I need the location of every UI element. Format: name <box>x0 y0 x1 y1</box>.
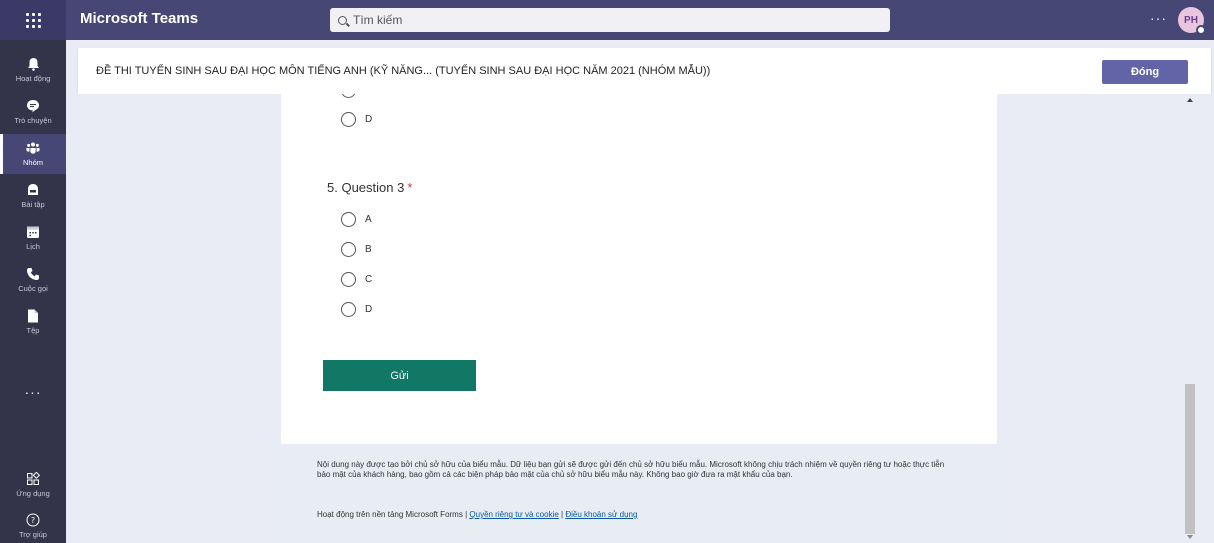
option-c-partial[interactable]: C <box>341 94 372 98</box>
link-separator: | <box>561 510 564 519</box>
teams-icon <box>26 141 40 155</box>
avatar[interactable]: PH <box>1178 7 1206 35</box>
search-placeholder: Tìm kiếm <box>353 13 403 27</box>
rail-item-label: Tệp <box>26 326 40 335</box>
rail-item-label: Hoạt động <box>15 74 51 83</box>
more-options-button[interactable]: ··· <box>1150 10 1167 26</box>
required-mark: * <box>407 180 413 195</box>
option-b[interactable]: B <box>341 242 372 257</box>
bell-icon <box>26 57 40 71</box>
svg-text:?: ? <box>31 516 35 525</box>
rail-item-help[interactable]: ? Trợ giúp <box>0 506 66 543</box>
disclaimer-text: Nội dung này được tạo bởi chủ sở hữu của… <box>317 460 945 479</box>
rail-item-calendar[interactable]: Lịch <box>0 218 66 258</box>
search-input[interactable]: Tìm kiếm <box>330 8 890 32</box>
rail-item-label: Nhóm <box>22 158 43 167</box>
rail-item-calls[interactable]: Cuộc gọi <box>0 260 66 300</box>
status-icon <box>1196 25 1206 35</box>
file-icon <box>26 309 40 323</box>
submit-button[interactable]: Gửi <box>323 360 476 391</box>
rail-item-label: Ứng dụng <box>16 489 50 498</box>
option-d[interactable]: D <box>341 302 372 317</box>
question-title: 5. Question 3 * <box>327 180 412 195</box>
avatar-initials: PH <box>1184 14 1198 26</box>
apps-icon <box>26 472 40 486</box>
page-title: ĐỀ THI TUYỂN SINH SAU ĐẠI HỌC MÔN TIẾNG … <box>96 65 711 77</box>
rail-item-label: Lịch <box>26 242 40 251</box>
vertical-scrollbar[interactable] <box>1183 94 1197 543</box>
option-label: C <box>365 274 373 285</box>
option-label: D <box>365 114 373 125</box>
radio-button[interactable] <box>341 242 356 257</box>
form-card: C D 5. Question 3* A B C D Gửi <box>281 94 997 444</box>
option-d-previous[interactable]: D <box>341 112 372 127</box>
rail-item-chat[interactable]: Trò chuyện <box>0 92 66 132</box>
rail-item-activity[interactable]: Hoạt động <box>0 50 66 90</box>
radio-button[interactable] <box>341 272 356 287</box>
scroll-down-arrow-icon[interactable] <box>1187 535 1193 539</box>
rail-item-apps[interactable]: Ứng dụng <box>0 465 66 505</box>
terms-link[interactable]: Điều khoản sử dụng <box>565 510 637 519</box>
radio-button[interactable] <box>341 94 356 98</box>
top-bar: Microsoft Teams Tìm kiếm ··· PH <box>0 0 1214 40</box>
chat-icon <box>26 99 40 113</box>
more-apps-button[interactable]: ··· <box>0 384 66 400</box>
rail-item-files[interactable]: Tệp <box>0 302 66 342</box>
option-label: A <box>365 214 372 225</box>
option-label: B <box>365 244 372 255</box>
rail-item-label: Cuộc gọi <box>18 284 48 293</box>
help-icon: ? <box>26 513 40 527</box>
privacy-link[interactable]: Quyền riêng tư và cookie <box>469 510 558 519</box>
powered-by-text: Hoạt động trên nền tảng Microsoft Forms … <box>317 510 468 519</box>
rail-item-label: Trò chuyện <box>14 116 52 125</box>
assignments-icon <box>26 183 40 197</box>
form-header: ĐỀ THI TUYỂN SINH SAU ĐẠI HỌC MÔN TIẾNG … <box>78 48 1211 94</box>
option-label: C <box>365 94 372 96</box>
option-label: D <box>365 304 373 315</box>
search-icon <box>338 15 347 25</box>
radio-button[interactable] <box>341 112 356 127</box>
rail-item-assignments[interactable]: Bài tập <box>0 176 66 216</box>
rail-item-label: Bài tập <box>21 200 45 209</box>
form-viewport: C D 5. Question 3* A B C D Gửi Nội dung … <box>78 94 1211 543</box>
rail-item-label: Trợ giúp <box>19 530 47 539</box>
footer-links: Hoạt động trên nền tảng Microsoft Forms … <box>317 510 637 519</box>
scroll-up-arrow-icon[interactable] <box>1187 98 1193 102</box>
radio-button[interactable] <box>341 212 356 227</box>
phone-icon <box>26 267 40 281</box>
calendar-icon <box>26 225 40 239</box>
left-rail: Hoạt động Trò chuyện Nhóm Bài tập Lịch C… <box>0 40 66 543</box>
option-a[interactable]: A <box>341 212 372 227</box>
app-title: Microsoft Teams <box>80 10 199 27</box>
option-c[interactable]: C <box>341 272 372 287</box>
form-footer: Nội dung này được tạo bởi chủ sở hữu của… <box>281 448 997 543</box>
scroll-thumb[interactable] <box>1185 384 1195 534</box>
app-launcher-button[interactable] <box>0 0 66 40</box>
question-label: 5. Question 3 <box>327 180 405 195</box>
rail-item-teams[interactable]: Nhóm <box>0 134 66 174</box>
close-button[interactable]: Đóng <box>1102 60 1188 84</box>
radio-button[interactable] <box>341 302 356 317</box>
grid-icon <box>25 12 41 28</box>
